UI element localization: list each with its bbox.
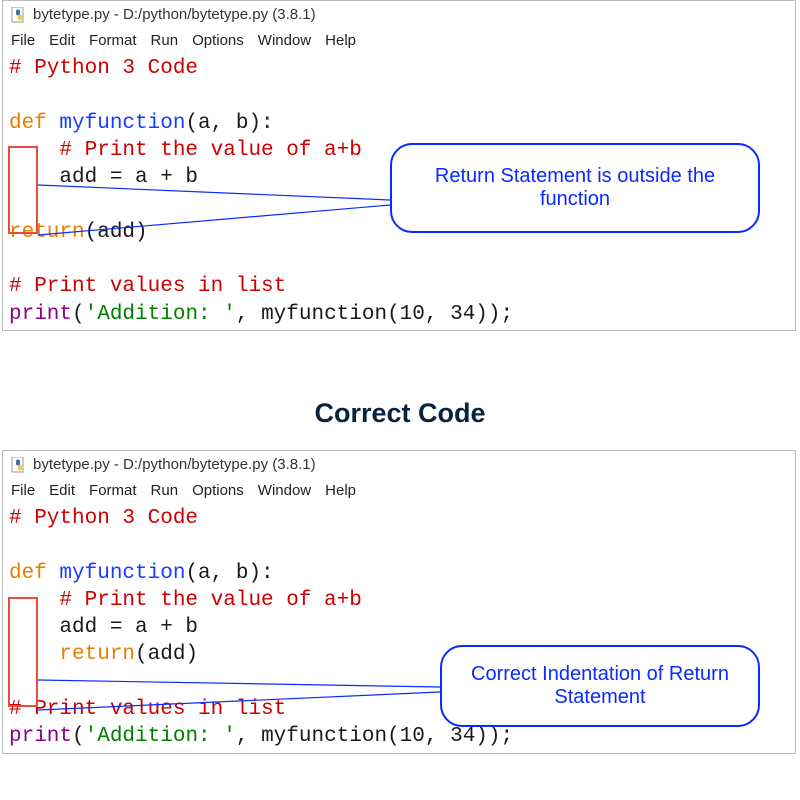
window-title: bytetype.py - D:/python/bytetype.py (3.8…: [33, 456, 316, 473]
code-keyword-def: def: [9, 562, 47, 585]
menubar: File Edit Format Run Options Window Help: [3, 28, 795, 53]
callout-correct: Correct Indentation of Return Statement: [440, 645, 760, 727]
code-keyword-return: return: [9, 221, 85, 244]
code-comment: # Print values in list: [9, 275, 286, 298]
section-heading: Correct Code: [0, 398, 800, 429]
code-builtin-print: print: [9, 303, 72, 326]
menu-window[interactable]: Window: [258, 482, 311, 499]
titlebar: bytetype.py - D:/python/bytetype.py (3.8…: [3, 451, 795, 478]
python-file-icon: [11, 457, 27, 473]
code-comment: # Print the value of a+b: [9, 589, 362, 612]
code-text: , myfunction(10, 34));: [236, 303, 513, 326]
code-comment: # Print values in list: [9, 698, 286, 721]
window-title: bytetype.py - D:/python/bytetype.py (3.8…: [33, 6, 316, 23]
code-text: add = a + b: [9, 616, 198, 639]
code-text: (add): [135, 643, 198, 666]
menu-file[interactable]: File: [11, 482, 35, 499]
menu-file[interactable]: File: [11, 32, 35, 49]
code-keyword-return: return: [59, 643, 135, 666]
code-funcname: myfunction: [47, 112, 186, 135]
titlebar: bytetype.py - D:/python/bytetype.py (3.8…: [3, 1, 795, 28]
menu-help[interactable]: Help: [325, 32, 356, 49]
code-text: (: [72, 725, 85, 748]
callout-text: Correct Indentation of Return Statement: [460, 663, 740, 709]
code-comment: # Python 3 Code: [9, 57, 198, 80]
code-text: (add): [85, 221, 148, 244]
code-text: add = a + b: [9, 166, 198, 189]
code-text: (a, b):: [185, 112, 273, 135]
python-file-icon: [11, 7, 27, 23]
menu-run[interactable]: Run: [151, 32, 179, 49]
menu-run[interactable]: Run: [151, 482, 179, 499]
code-comment: # Python 3 Code: [9, 507, 198, 530]
menu-edit[interactable]: Edit: [49, 482, 75, 499]
code-indent: [9, 643, 59, 666]
menu-help[interactable]: Help: [325, 482, 356, 499]
code-comment: # Print the value of a+b: [9, 139, 362, 162]
code-text: , myfunction(10, 34));: [236, 725, 513, 748]
code-string: 'Addition: ': [85, 303, 236, 326]
menubar: File Edit Format Run Options Window Help: [3, 478, 795, 503]
menu-format[interactable]: Format: [89, 482, 137, 499]
callout-error: Return Statement is outside the function: [390, 143, 760, 233]
menu-options[interactable]: Options: [192, 32, 244, 49]
code-string: 'Addition: ': [85, 725, 236, 748]
code-builtin-print: print: [9, 725, 72, 748]
code-text: (: [72, 303, 85, 326]
menu-edit[interactable]: Edit: [49, 32, 75, 49]
menu-options[interactable]: Options: [192, 482, 244, 499]
code-keyword-def: def: [9, 112, 47, 135]
code-text: (a, b):: [185, 562, 273, 585]
callout-text: Return Statement is outside the function: [410, 165, 740, 211]
menu-format[interactable]: Format: [89, 32, 137, 49]
code-funcname: myfunction: [47, 562, 186, 585]
menu-window[interactable]: Window: [258, 32, 311, 49]
